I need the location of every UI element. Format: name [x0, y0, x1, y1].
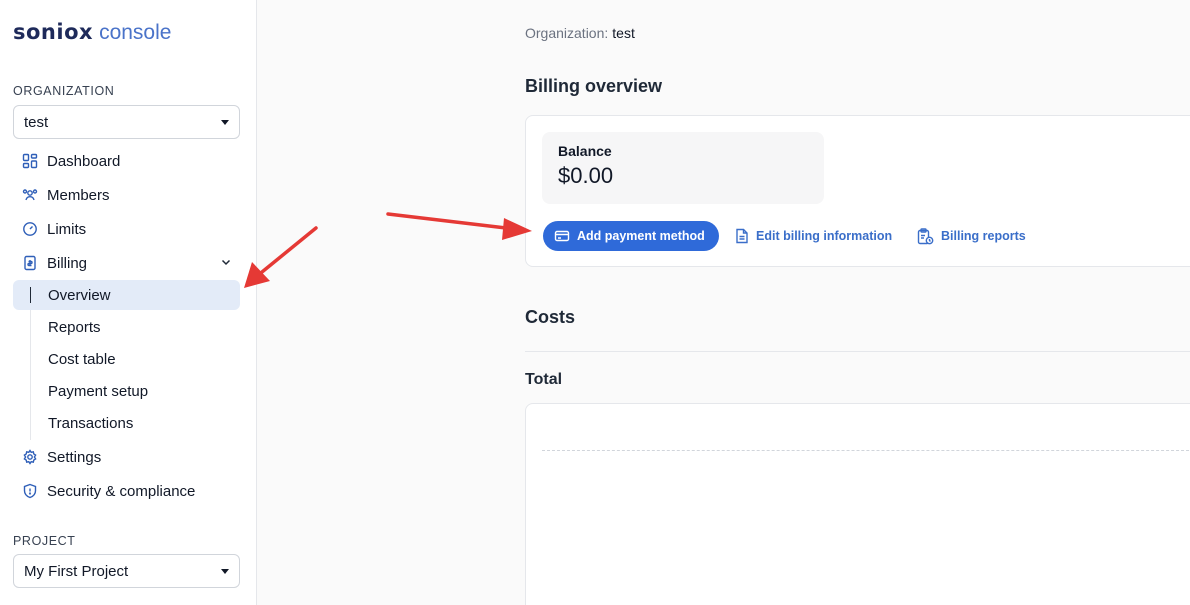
sidebar-subitem-label: Cost table: [48, 350, 116, 368]
sidebar-item-label: Settings: [47, 448, 102, 466]
sidebar-item-settings[interactable]: Settings: [13, 442, 240, 472]
edit-billing-information-button[interactable]: Edit billing information: [735, 221, 892, 251]
sidebar-subitem-overview[interactable]: Overview: [13, 280, 240, 310]
total-chart-card: [525, 403, 1190, 605]
sidebar-item-label: Limits: [47, 220, 87, 238]
clipboard-clock-icon: [917, 227, 934, 245]
billing-reports-button[interactable]: Billing reports: [917, 221, 1026, 251]
logo-brand: soniox: [13, 20, 94, 44]
sidebar-subitem-transactions[interactable]: Transactions: [13, 408, 240, 438]
organization-select[interactable]: test: [13, 105, 240, 139]
sidebar-subitem-cost-table[interactable]: Cost table: [13, 344, 240, 374]
sidebar-item-members[interactable]: Members: [13, 180, 240, 210]
invoice-icon: [21, 254, 39, 272]
caret-down-icon: [221, 119, 229, 125]
sidebar-item-billing[interactable]: Billing: [13, 248, 240, 278]
balance-amount: $0.00: [558, 163, 614, 188]
organization-value: test: [612, 25, 635, 41]
organization-label: ORGANIZATION: [13, 84, 115, 98]
sidebar-subitem-label: Reports: [48, 318, 101, 336]
logo-sub: console: [99, 21, 172, 44]
chart-gridline: [542, 450, 1190, 451]
sidebar: soniox console ORGANIZATION test Dashboa…: [0, 0, 257, 605]
balance-box: Balance $0.00: [542, 132, 824, 204]
caret-down-icon: [221, 568, 229, 574]
sidebar-subitem-label: Overview: [48, 286, 111, 304]
sidebar-item-label: Dashboard: [47, 152, 121, 170]
chevron-down-icon: [220, 255, 232, 272]
sidebar-subitem-reports[interactable]: Reports: [13, 312, 240, 342]
sidebar-item-label: Members: [47, 186, 110, 204]
project-label: PROJECT: [13, 534, 76, 548]
shield-icon: [21, 482, 39, 500]
add-payment-method-button[interactable]: Add payment method: [543, 221, 719, 251]
main-content: Organization: test Billing overview Balan…: [257, 0, 1190, 605]
sidebar-item-limits[interactable]: Limits: [13, 214, 240, 244]
gauge-icon: [21, 220, 39, 238]
add-payment-method-label: Add payment method: [577, 229, 705, 243]
credit-card-icon: [554, 228, 570, 244]
sidebar-item-label: Security & compliance: [47, 482, 196, 500]
page-title: Billing overview: [525, 76, 663, 96]
total-heading: Total: [525, 371, 563, 388]
gear-icon: [21, 448, 39, 466]
organization-breadcrumb: Organization: test: [525, 25, 635, 41]
billing-reports-label: Billing reports: [941, 229, 1026, 243]
project-select[interactable]: My First Project: [13, 554, 240, 588]
logo[interactable]: soniox console: [13, 20, 171, 45]
edit-billing-information-label: Edit billing information: [756, 229, 893, 243]
sidebar-item-security[interactable]: Security & compliance: [13, 476, 240, 506]
section-divider: [525, 351, 1190, 352]
sidebar-subitem-payment-setup[interactable]: Payment setup: [13, 376, 240, 406]
sidebar-subitem-label: Transactions: [48, 414, 134, 432]
document-icon: [735, 228, 749, 244]
sidebar-item-dashboard[interactable]: Dashboard: [13, 146, 240, 176]
costs-heading: Costs: [525, 307, 576, 327]
sidebar-subitem-label: Payment setup: [48, 382, 149, 400]
billing-overview-card: Balance $0.00 Add payment method Edit bi…: [525, 115, 1190, 267]
members-icon: [21, 186, 39, 204]
sidebar-item-label: Billing: [47, 254, 88, 272]
dashboard-icon: [21, 152, 39, 170]
project-select-value: My First Project: [24, 562, 129, 580]
organization-prefix: Organization:: [525, 25, 609, 41]
balance-label: Balance: [558, 143, 612, 159]
organization-select-value: test: [24, 113, 49, 131]
